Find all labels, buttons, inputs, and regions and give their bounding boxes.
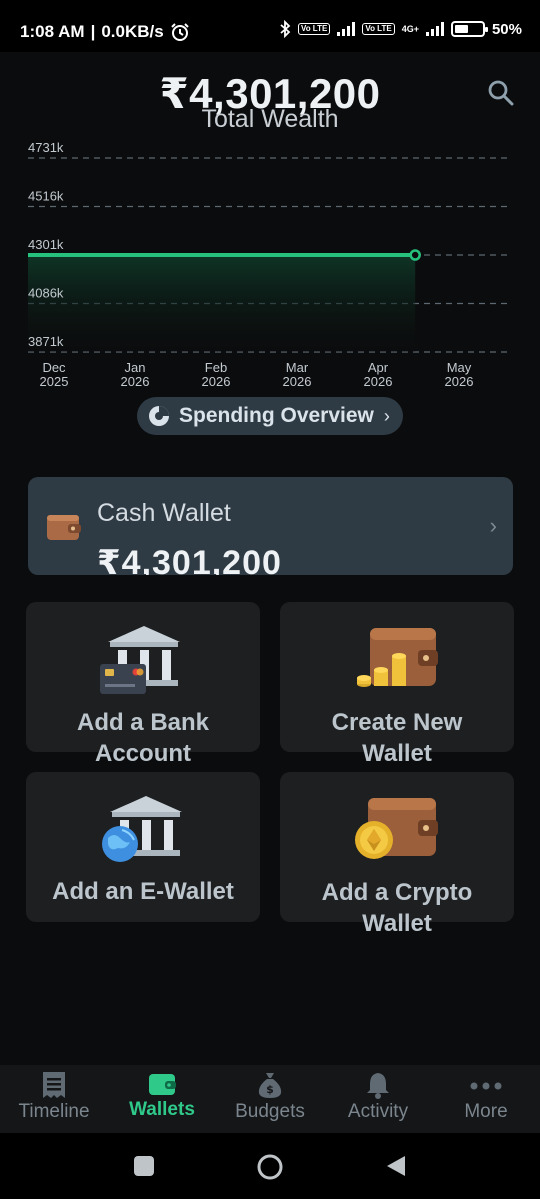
bell-icon: [367, 1073, 389, 1099]
nav-label-timeline: Timeline: [18, 1101, 90, 1122]
add-crypto-wallet-tile[interactable]: Add a Crypto Wallet: [280, 772, 514, 937]
header: ₹4,301,200 Total Wealth: [0, 70, 540, 134]
add-e-wallet-tile[interactable]: Add an E-Wallet: [26, 772, 260, 922]
lte-badge-2: Vo LTE: [362, 23, 395, 35]
add-bank-account-tile[interactable]: Add a Bank Account: [26, 602, 260, 767]
nav-label-budgets: Budgets: [235, 1101, 305, 1122]
add-bank-account-label: Add a Bank Account: [76, 709, 210, 767]
add-crypto-wallet-label: Add a Crypto Wallet: [321, 879, 473, 937]
wealth-chart: 4731k4516k4301k4086k3871k Dec2025Jan2026…: [28, 140, 512, 389]
x-tick-label: Feb: [205, 360, 227, 375]
wallet-icon: [149, 1074, 176, 1095]
x-tick-label: May: [447, 360, 472, 375]
x-tick-label: 2026: [283, 374, 312, 389]
chevron-right-icon: ›: [489, 513, 497, 538]
status-time: 1:08 AM: [20, 22, 85, 41]
system-nav-bar: [0, 1133, 540, 1199]
add-e-wallet-label: Add an E-Wallet: [52, 878, 234, 905]
nav-item-timeline[interactable]: Timeline: [0, 1065, 108, 1133]
nav-label-wallets: Wallets: [129, 1099, 195, 1120]
cash-wallet-card[interactable]: Cash Wallet ₹4,301,200 ›: [28, 477, 513, 575]
y-tick-label: 4086k: [28, 286, 64, 301]
status-separator: |: [90, 22, 96, 41]
nav-label-more: More: [464, 1101, 508, 1122]
series-end-point: [409, 249, 421, 261]
back-button-icon[interactable]: [385, 1155, 407, 1177]
cash-wallet-amount: ₹4,301,200: [97, 544, 282, 575]
money-bag-icon: $: [258, 1073, 282, 1098]
battery-percent: 50%: [491, 20, 522, 38]
alarm-icon: [170, 23, 189, 41]
svg-text:$: $: [266, 1083, 274, 1096]
create-new-wallet-label: Create New Wallet: [331, 709, 463, 767]
home-button-icon[interactable]: [256, 1153, 284, 1181]
search-icon[interactable]: [486, 78, 516, 108]
bluetooth-icon: [280, 20, 291, 38]
x-tick-label: 2026: [121, 374, 150, 389]
lte-badge-1: Vo LTE: [297, 23, 331, 35]
x-tick-label: 2025: [40, 374, 69, 389]
wallet-coins-icon: [357, 628, 438, 687]
pie-chart-icon: [149, 406, 169, 426]
x-tick-label: 2026: [445, 374, 474, 389]
bank-globe-icon: [102, 796, 182, 862]
wallets-screen: ₹4,301,200 Total Wealth 4731k 4516k 4301k 4…: [0, 52, 540, 1065]
y-tick-label: 4516k: [28, 189, 64, 204]
signal-icon-1: [337, 22, 356, 36]
spending-overview-label: Spending Overview: [179, 404, 374, 427]
wallet-icon: [47, 515, 81, 540]
signal-icon-2: [425, 22, 444, 36]
y-tick-label: 3871k: [28, 334, 64, 349]
status-net-speed: 0.0KB/s: [101, 22, 164, 41]
x-tick-label: 2026: [202, 374, 231, 389]
status-left: 1:08 AM | 0.0KB/s: [20, 22, 190, 42]
cash-wallet-name: Cash Wallet: [97, 499, 231, 527]
x-tick-label: 2026: [364, 374, 393, 389]
x-tick-label: Jan: [125, 360, 146, 375]
receipt-icon: [43, 1072, 65, 1098]
series-area: [28, 255, 416, 352]
more-dots-icon: [470, 1082, 502, 1090]
total-wealth-label: Total Wealth: [201, 105, 339, 133]
x-tick-label: Apr: [368, 360, 389, 375]
nav-label-activity: Activity: [347, 1101, 409, 1122]
status-bar: 1:08 AM | 0.0KB/s Vo LTE Vo LTE 4G+ 50%: [0, 0, 540, 52]
net-type: 4G+: [401, 23, 419, 34]
crypto-wallet-icon: [355, 798, 438, 859]
nav-item-more[interactable]: More: [432, 1065, 540, 1133]
x-tick-label: Mar: [286, 360, 309, 375]
battery-icon: [450, 21, 488, 37]
nav-item-wallets[interactable]: Wallets: [108, 1065, 216, 1133]
x-tick-label: Dec: [42, 360, 66, 375]
spending-overview-button[interactable]: Spending Overview ›: [137, 397, 403, 435]
status-right: Vo LTE Vo LTE 4G+ 50%: [279, 20, 522, 38]
chevron-right-icon: ›: [383, 405, 390, 426]
nav-item-budgets[interactable]: $ Budgets: [216, 1065, 324, 1133]
y-tick-label: 4731k: [28, 140, 64, 155]
recents-button-icon[interactable]: [133, 1155, 155, 1177]
create-new-wallet-tile[interactable]: Create New Wallet: [280, 602, 514, 767]
bottom-nav: Timeline Wallets $ Budgets Activity More: [0, 1065, 540, 1133]
bank-card-icon: [100, 626, 180, 694]
nav-item-activity[interactable]: Activity: [324, 1065, 432, 1133]
y-tick-label: 4301k: [28, 237, 64, 252]
